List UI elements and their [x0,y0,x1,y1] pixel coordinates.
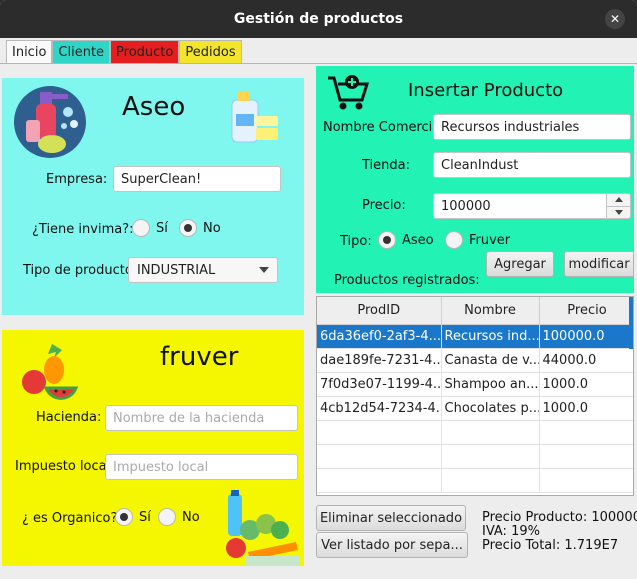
cell-prodid: 4cb12d54-7234-4... [317,396,442,421]
tipo-producto-label: Tipo de producto [23,263,133,278]
decrement-button[interactable] [607,207,630,219]
radio-icon [158,508,176,526]
radio-icon [445,231,463,249]
cell-precio: 44000.0 [539,348,633,373]
cell-prodid: 6da36ef0-2af3-4... [317,324,442,349]
precio-spinner[interactable]: 100000 [433,193,631,219]
organico-no-radio[interactable]: No [158,508,200,526]
window-title: Gestión de productos [233,11,404,27]
tipo-aseo-radio[interactable]: Aseo [378,231,434,249]
invima-label: ¿Tiene invima?: [32,222,134,237]
table-row[interactable]: 7f0d3e07-1199-4... Shampoo an... 1000.0 [317,372,633,397]
fruver-panel: fruver Hacienda: Nombre de la hacienda I… [2,330,304,566]
tab-producto[interactable]: Producto [110,40,180,64]
cell-nombre: Shampoo an... [441,372,540,397]
organico-no-label: No [182,509,200,525]
arrow-down-icon [614,209,623,215]
tipo-label: Tipo: [340,234,372,249]
chevron-down-icon [259,267,269,273]
tienda-label: Tienda: [362,158,410,173]
hacienda-label: Hacienda: [36,410,102,425]
empty-row [317,444,633,469]
radio-selected-icon [115,508,133,526]
invima-si-label: Sí [156,220,168,236]
precio-summary: Precio Producto: 100000. IVA: 19% Precio… [482,511,637,553]
radio-icon [132,219,150,237]
precio-spin-buttons [607,193,631,219]
tab-inicio[interactable]: Inicio [6,40,53,64]
organico-label: ¿ es Organico? [22,511,118,526]
table-scrollbar[interactable] [629,297,633,349]
organico-si-label: Sí [139,509,151,525]
invima-si-radio[interactable]: Sí [132,219,168,237]
insertar-title: Insertar Producto [408,80,564,101]
empty-row [317,468,633,493]
cleaning-products-icon [14,86,86,158]
tab-cliente[interactable]: Cliente [52,40,111,64]
agregar-button[interactable]: Agregar [486,251,554,277]
table-row[interactable]: dae189fe-7231-4... Canasta de v... 44000… [317,348,633,373]
table-row[interactable]: 4cb12d54-7234-4... Chocolates p... 1000.… [317,396,633,421]
tipo-aseo-label: Aseo [402,232,434,248]
nombre-comercial-input[interactable]: Recursos industriales [433,114,631,140]
organico-si-radio[interactable]: Sí [115,508,151,526]
aseo-title: Aseo [122,92,186,122]
fruver-title: fruver [160,342,239,372]
title-bar: Gestión de productos ✕ [0,0,637,38]
shopping-cart-add-icon [328,75,370,110]
precio-total-text: Precio Total: 1.719E7 [482,538,619,553]
cell-nombre: Chocolates p... [441,396,540,421]
productos-table[interactable]: ProdID Nombre Precio 6da36ef0-2af3-4... … [316,296,634,496]
radio-selected-icon [378,231,396,249]
cell-prodid: 7f0d3e07-1199-4... [317,372,442,397]
insertar-panel: Insertar Producto Nombre Comercial: Recu… [316,66,634,293]
precio-producto-text: Precio Producto: 100000. [482,511,637,525]
cell-precio: 1000.0 [539,396,633,421]
impuesto-input[interactable]: Impuesto local [105,454,298,480]
table-row[interactable]: 6da36ef0-2af3-4... Recursos ind... 10000… [317,324,633,349]
increment-button[interactable] [607,194,630,207]
hacienda-input[interactable]: Nombre de la hacienda [105,405,298,431]
tipo-fruver-radio[interactable]: Fruver [445,231,510,249]
invima-no-label: No [203,220,221,236]
iva-text: IVA: 19% [482,524,540,539]
table-header-row: ProdID Nombre Precio [317,297,633,325]
tienda-input[interactable]: CleanIndust [433,152,631,178]
tipo-producto-select[interactable]: INDUSTRIAL [128,257,278,283]
column-header-prodid[interactable]: ProdID [317,297,442,325]
precio-label: Precio: [362,198,406,213]
empresa-label: Empresa: [46,172,108,187]
vegetables-basket-icon [226,490,300,566]
eliminar-seleccionado-button[interactable]: Eliminar seleccionado [316,505,466,531]
empty-row [317,420,633,445]
impuesto-label: Impuesto local [15,459,111,474]
aseo-panel: Aseo Empresa: SuperClean! ¿Tiene invima?… [2,78,304,315]
empresa-input[interactable]: SuperClean! [113,166,281,192]
nombre-comercial-label: Nombre Comercial: [323,120,431,135]
tab-bar: Inicio Cliente Producto Pedidos [0,38,637,64]
cell-nombre: Recursos ind... [441,324,540,349]
arrow-up-icon [614,197,623,203]
app-window: Gestión de productos ✕ Inicio Cliente Pr… [0,0,637,579]
close-icon: ✕ [609,12,621,26]
cell-precio: 100000.0 [539,324,633,349]
column-header-nombre[interactable]: Nombre [441,297,540,325]
fruits-icon [22,344,78,400]
invima-no-radio[interactable]: No [179,219,221,237]
cell-nombre: Canasta de v... [441,348,540,373]
precio-input[interactable]: 100000 [433,193,607,219]
tab-pedidos[interactable]: Pedidos [179,40,242,64]
tipo-producto-value: INDUSTRIAL [137,262,216,278]
ver-listado-button[interactable]: Ver listado por sepa... [316,532,468,558]
detergent-bottles-icon [231,92,278,143]
modificar-button[interactable]: modificar [564,251,634,277]
productos-registrados-label: Productos registrados: [334,273,480,288]
column-header-precio[interactable]: Precio [539,297,633,325]
radio-selected-icon [179,219,197,237]
tipo-fruver-label: Fruver [469,232,511,248]
cell-prodid: dae189fe-7231-4... [317,348,442,373]
close-button[interactable]: ✕ [605,9,625,29]
cell-precio: 1000.0 [539,372,633,397]
